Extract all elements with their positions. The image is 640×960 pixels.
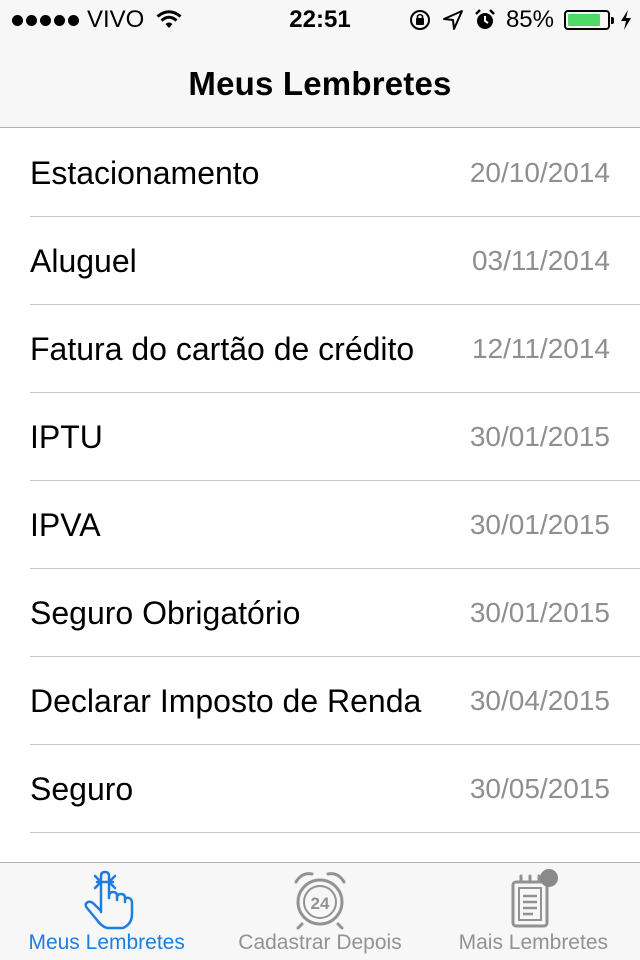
reminder-row-estacionamento[interactable]: Estacionamento 20/10/2014 bbox=[0, 129, 640, 217]
status-bar: VIVO 22:51 85% bbox=[0, 0, 640, 40]
battery-icon bbox=[564, 10, 614, 30]
reminder-date: 20/10/2014 bbox=[469, 157, 610, 188]
navigation-bar: Meus Lembretes bbox=[0, 40, 640, 128]
reminder-row-fatura-cartao[interactable]: Fatura do cartão de crédito 12/11/2014 bbox=[0, 305, 640, 393]
rotation-lock-icon bbox=[409, 10, 430, 30]
svg-text:24: 24 bbox=[311, 894, 330, 913]
carrier-name: VIVO bbox=[87, 6, 145, 33]
wifi-icon bbox=[156, 10, 182, 28]
reminders-list: Estacionamento 20/10/2014 Aluguel 03/11/… bbox=[0, 129, 640, 833]
reminder-date: 30/05/2015 bbox=[469, 773, 610, 804]
reminder-row-iptu[interactable]: IPTU 30/01/2015 bbox=[0, 393, 640, 481]
location-arrow-icon bbox=[442, 10, 463, 30]
reminder-title: Seguro bbox=[30, 770, 134, 807]
reminder-row-ipva[interactable]: IPVA 30/01/2015 bbox=[0, 481, 640, 569]
reminder-title: Declarar Imposto de Renda bbox=[30, 682, 422, 719]
tab-bar: Meus Lembretes 24 Cadastrar Depois Mais … bbox=[0, 862, 640, 960]
page-title: Meus Lembretes bbox=[188, 64, 452, 102]
battery-percent: 85% bbox=[505, 6, 554, 33]
tab-label: Mais Lembretes bbox=[458, 931, 608, 954]
reminder-row-aluguel[interactable]: Aluguel 03/11/2014 bbox=[0, 217, 640, 305]
reminder-date: 12/11/2014 bbox=[471, 333, 610, 364]
reminder-title: IPTU bbox=[30, 418, 103, 455]
tab-label: Meus Lembretes bbox=[28, 931, 185, 954]
status-right: 85% bbox=[408, 0, 632, 40]
clipboard-icon bbox=[503, 867, 563, 933]
reminder-title: Aluguel bbox=[30, 242, 137, 279]
reminder-title: Fatura do cartão de crédito bbox=[30, 330, 415, 367]
reminder-date: 30/04/2015 bbox=[469, 685, 610, 716]
signal-strength-icon bbox=[12, 14, 79, 26]
reminder-title: Seguro Obrigatório bbox=[30, 594, 301, 631]
tab-meus-lembretes[interactable]: Meus Lembretes bbox=[0, 863, 213, 960]
battery-fill bbox=[568, 14, 601, 26]
reminder-date: 03/11/2014 bbox=[471, 245, 610, 276]
finger-ribbon-icon bbox=[79, 867, 135, 933]
reminder-row-imposto-renda[interactable]: Declarar Imposto de Renda 30/04/2015 bbox=[0, 657, 640, 745]
reminder-date: 30/01/2015 bbox=[469, 597, 610, 628]
tab-cadastrar-depois[interactable]: 24 Cadastrar Depois bbox=[213, 863, 426, 960]
tab-label: Cadastrar Depois bbox=[238, 931, 402, 954]
alarm-24-icon: 24 bbox=[288, 867, 352, 933]
reminder-date: 30/01/2015 bbox=[469, 509, 610, 540]
status-left: VIVO bbox=[12, 0, 182, 40]
reminder-title: Estacionamento bbox=[30, 154, 260, 191]
reminder-date: 30/01/2015 bbox=[469, 421, 610, 452]
charging-bolt-icon bbox=[621, 10, 631, 30]
reminder-row-seguro-obrigatorio[interactable]: Seguro Obrigatório 30/01/2015 bbox=[0, 569, 640, 657]
reminder-row-seguro[interactable]: Seguro 30/05/2015 bbox=[0, 745, 640, 833]
alarm-icon bbox=[475, 9, 495, 29]
tab-mais-lembretes[interactable]: Mais Lembretes bbox=[427, 863, 640, 960]
reminder-title: IPVA bbox=[30, 506, 101, 543]
